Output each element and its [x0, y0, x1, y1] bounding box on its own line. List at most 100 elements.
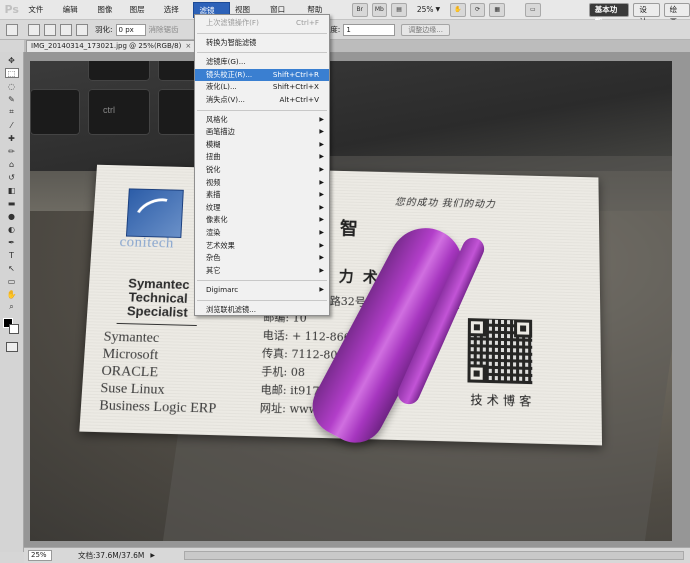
eraser-tool-icon[interactable]: ◧	[5, 185, 19, 195]
brush-tool-icon[interactable]: ✏	[5, 146, 19, 156]
card-name-partial: 智	[339, 218, 368, 240]
document-tab-bar: IMG_20140314_173021.jpg @ 25%(RGB/8) ×	[24, 40, 690, 52]
filter-menu-item[interactable]: 液化(L)... Shift+Ctrl+X	[195, 81, 329, 94]
status-zoom-field[interactable]: 25%	[28, 550, 52, 561]
menu-bar: Ps 文件(F)编辑(E)图像(I)图层(L)选择(S)滤镜(T)视图(V)窗口…	[0, 0, 690, 31]
filter-menu-item[interactable]: 纹理 ▶	[195, 202, 329, 215]
add-selection-icon[interactable]	[44, 23, 56, 36]
new-selection-icon[interactable]	[28, 23, 40, 36]
submenu-arrow-icon: ▶	[319, 203, 324, 211]
type-tool-icon[interactable]: T	[5, 250, 19, 260]
shortcut-label: Alt+Ctrl+V	[279, 94, 319, 104]
filter-menu-item-label: 其它	[206, 265, 221, 275]
subtract-selection-icon[interactable]	[60, 23, 72, 36]
hand-view-button[interactable]: ✋	[450, 2, 466, 17]
menu-3[interactable]: 图层(L)	[125, 2, 159, 30]
path-select-tool-icon[interactable]: ↖	[5, 263, 19, 273]
view-extras-button[interactable]: ▤	[391, 2, 407, 17]
filter-menu-item[interactable]: 渲染 ▶	[195, 227, 329, 240]
healing-tool-icon[interactable]: ✚	[5, 133, 19, 143]
screen-mode-button[interactable]: ▭	[525, 2, 541, 17]
filter-menu-item[interactable]: 艺术效果 ▶	[195, 240, 329, 253]
filter-menu-item[interactable]: 模糊 ▶	[195, 139, 329, 152]
shortcut-label: Shift+Ctrl+R	[272, 69, 319, 79]
hand-tool-icon[interactable]: ✋	[5, 289, 19, 299]
canvas-area[interactable]: ctrl conitech Symantec Technical Special…	[24, 52, 690, 547]
filter-menu-item-label: Digimarc	[206, 285, 239, 295]
shape-tool-icon[interactable]: ▭	[5, 276, 19, 286]
lasso-tool-icon[interactable]: ◌	[5, 81, 19, 91]
filter-menu-item[interactable]: 锐化 ▶	[195, 164, 329, 177]
height-input[interactable]: 1	[343, 23, 396, 36]
eyedropper-tool-icon[interactable]: ⁄	[5, 120, 19, 130]
certification-item: Business Logic ERP	[98, 398, 217, 417]
filter-menu-item[interactable]: 消失点(V)... Alt+Ctrl+V	[195, 94, 329, 107]
qr-code	[467, 318, 533, 385]
filter-menu-item[interactable]: 风格化 ▶	[195, 114, 329, 127]
pen-tool-icon[interactable]: ✒	[5, 237, 19, 247]
document-tab[interactable]: IMG_20140314_173021.jpg @ 25%(RGB/8) ×	[26, 40, 197, 52]
filter-menu-item[interactable]: 杂色 ▶	[195, 252, 329, 265]
color-swatches[interactable]	[1, 316, 23, 338]
blur-tool-icon[interactable]: ●	[5, 211, 19, 221]
marquee-tool-icon[interactable]: ⬚	[4, 68, 19, 78]
intersect-selection-icon[interactable]	[76, 23, 88, 36]
company-logo-mark	[125, 188, 184, 238]
menu-1[interactable]: 编辑(E)	[58, 2, 93, 30]
zoom-tool-icon[interactable]: ⌕	[5, 302, 19, 312]
bridge-button[interactable]: Br	[351, 2, 368, 17]
zoom-level-select[interactable]: 25%	[417, 5, 434, 14]
document-title: IMG_20140314_173021.jpg @ 25%(RGB/8)	[31, 42, 182, 50]
filter-menu-item[interactable]: 转换为智能滤镜	[195, 37, 329, 50]
menu-separator	[197, 52, 327, 54]
filter-menu-item-label: 纹理	[206, 202, 221, 212]
submenu-arrow-icon: ▶	[319, 115, 324, 123]
submenu-arrow-icon: ▶	[319, 165, 324, 173]
quick-select-tool-icon[interactable]: ✎	[5, 94, 19, 104]
tool-preset-icon[interactable]	[6, 23, 18, 36]
minibridge-button[interactable]: Mb	[371, 2, 388, 17]
card-slogan: 您的成功 我们的动力	[394, 197, 496, 211]
rotate-view-button[interactable]: ⟳	[469, 2, 486, 17]
document-image: ctrl conitech Symantec Technical Special…	[30, 61, 672, 541]
history-brush-tool-icon[interactable]: ↺	[5, 172, 19, 182]
menu-0[interactable]: 文件(F)	[23, 2, 57, 30]
filter-menu-item[interactable]: 素描 ▶	[195, 189, 329, 202]
clone-stamp-tool-icon[interactable]: ⌂	[5, 159, 19, 169]
document-size[interactable]: 文档:37.6M/37.6M	[78, 550, 144, 561]
antialias-checkbox[interactable]: 消除锯齿	[149, 24, 179, 35]
crop-tool-icon[interactable]: ⌗	[5, 107, 19, 117]
filter-menu-item[interactable]: 画笔描边 ▶	[195, 126, 329, 139]
menu-2[interactable]: 图像(I)	[92, 2, 124, 30]
move-tool-icon[interactable]: ✥	[5, 55, 19, 65]
quick-mask-button[interactable]	[5, 342, 18, 352]
submenu-arrow-icon: ▶	[319, 140, 324, 148]
qr-caption: 技术博客	[470, 392, 536, 409]
workspace-button[interactable]: 绘画	[663, 2, 690, 26]
filter-menu-item[interactable]: 扭曲 ▶	[195, 151, 329, 164]
arrange-documents-button[interactable]: ▦	[489, 2, 506, 17]
background-color-swatch[interactable]	[8, 324, 19, 334]
workspace-button[interactable]: 设计	[633, 2, 660, 26]
filter-menu-item[interactable]: 镜头校正(R)... Shift+Ctrl+R	[195, 68, 329, 82]
filter-menu-item[interactable]: 其它 ▶	[195, 265, 329, 278]
filter-menu-item[interactable]: 视频 ▶	[195, 177, 329, 190]
feather-input[interactable]: 0 px	[115, 23, 146, 36]
refine-edge-button[interactable]: 调整边缘...	[401, 23, 450, 36]
filter-menu-item[interactable]: 滤镜库(G)...	[195, 56, 329, 69]
horizontal-scrollbar[interactable]	[184, 551, 684, 560]
status-menu-arrow-icon[interactable]: ▶	[150, 552, 155, 559]
certification-list: Symantec Microsoft ORACLE Suse Linux Busines…	[99, 329, 220, 418]
workspace-button[interactable]: 基本功能	[588, 2, 630, 26]
menu-separator	[197, 299, 327, 301]
filter-menu-item[interactable]: Digimarc ▶	[195, 284, 329, 297]
gradient-tool-icon[interactable]: ▬	[5, 198, 19, 208]
menu-separator	[197, 109, 327, 111]
shortcut-label: Ctrl+F	[296, 18, 319, 27]
close-icon[interactable]: ×	[185, 42, 191, 50]
filter-menu-item[interactable]: 浏览联机滤镜...	[195, 304, 329, 317]
filter-menu-item[interactable]: 像素化 ▶	[195, 214, 329, 227]
dodge-tool-icon[interactable]: ◐	[5, 224, 19, 234]
tool-list: ✥ ⬚ ◌ ✎ ⌗ ⁄ ✚ ✏ ⌂ ↺ ◧ ▬ ● ◐ ✒ T ↖ ▭ ✋ ⌕	[0, 55, 23, 312]
menu-4[interactable]: 选择(S)	[159, 2, 194, 30]
